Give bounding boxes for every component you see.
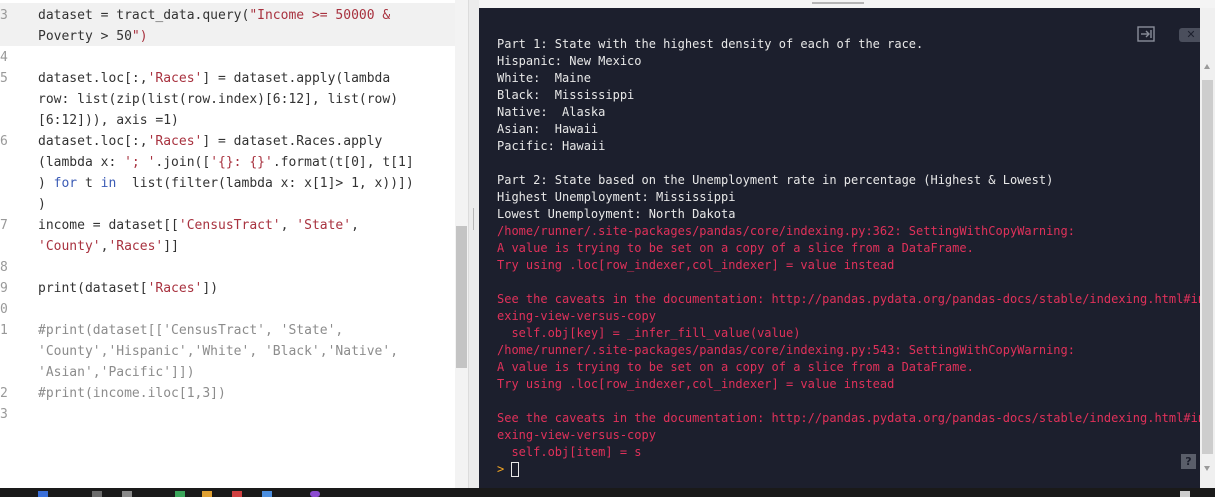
console-error-line: /home/runner/.site-packages/pandas/core/… [497, 343, 1075, 357]
console-error-line: self.obj[item] = s [497, 445, 642, 459]
console-scrollbar-thumb[interactable] [1202, 80, 1213, 454]
line-number: 0 [0, 302, 8, 317]
line-number: 4 [0, 50, 8, 65]
folder-icon[interactable] [202, 491, 212, 497]
code-line[interactable]: [6:12])), axis =1) [38, 110, 179, 131]
console-error-line: exing-view-versus-copy [497, 428, 656, 442]
code-line[interactable]: Poverty > 50") [38, 26, 148, 47]
code-line[interactable]: 'County','Races']] [38, 236, 179, 257]
scroll-down-icon[interactable] [1204, 466, 1210, 471]
code-line[interactable]: ) [38, 194, 46, 215]
console-prompt: > [497, 462, 505, 476]
console-error-line: exing-view-versus-copy [497, 309, 656, 323]
app-icon[interactable] [310, 491, 320, 497]
line-number: 5 [0, 71, 8, 86]
console-cursor[interactable] [511, 462, 519, 477]
line-number: 7 [0, 218, 8, 233]
console-error-line: A value is trying to be set on a copy of… [497, 241, 974, 255]
line-number: 3 [0, 8, 8, 23]
taskview-icon[interactable] [122, 491, 132, 497]
search-icon[interactable] [92, 491, 102, 497]
code-line[interactable]: dataset.loc[:,'Races'] = dataset.apply(l… [38, 68, 390, 89]
console-output-line: Black: Mississippi [497, 88, 635, 102]
help-button[interactable]: ? [1181, 454, 1196, 469]
embed-icon[interactable] [1137, 26, 1155, 42]
code-line[interactable]: #print(income.iloc[1,3]) [38, 383, 226, 404]
line-number: 6 [0, 134, 8, 149]
console-error-line: A value is trying to be set on a copy of… [497, 360, 974, 374]
code-line[interactable]: print(dataset['Races']) [38, 278, 218, 299]
code-line[interactable]: dataset = tract_data.query("Income >= 50… [38, 5, 390, 26]
resize-handle[interactable] [812, 2, 864, 4]
app-icon[interactable] [175, 491, 185, 497]
console-error-line: self.obj[key] = _infer_fill_value(value) [497, 326, 801, 340]
console-output-line: Part 1: State with the highest density o… [497, 37, 924, 51]
line-number: 3 [0, 407, 8, 422]
console-error-line: Try using .loc[row_indexer,col_indexer] … [497, 258, 895, 272]
console-output-line: Part 2: State based on the Unemployment … [497, 173, 1054, 187]
line-number: 9 [0, 281, 8, 296]
console-error-line: /home/runner/.site-packages/pandas/core/… [497, 224, 1075, 238]
pane-divider[interactable] [468, 0, 479, 488]
editor-scrollbar-thumb[interactable] [456, 226, 467, 368]
console-error-line: See the caveats in the documentation: ht… [497, 292, 1213, 306]
console-output-line: Highest Unemployment: Mississippi [497, 190, 736, 204]
console-error-line: Try using .loc[row_indexer,col_indexer] … [497, 377, 895, 391]
browser-icon[interactable] [262, 491, 272, 497]
console-output-line: Lowest Unemployment: North Dakota [497, 207, 736, 221]
code-line[interactable]: dataset.loc[:,'Races'] = dataset.Races.a… [38, 131, 382, 152]
line-number: 8 [0, 260, 8, 275]
console-output-line: Pacific: Hawaii [497, 139, 606, 153]
code-line[interactable]: #print(dataset[['CensusTract', 'State', [38, 320, 343, 341]
console-output-line: White: Maine [497, 71, 591, 85]
app-icon[interactable] [232, 491, 242, 497]
notification-icon[interactable] [1180, 491, 1190, 497]
code-line[interactable]: income = dataset[['CensusTract', 'State'… [38, 215, 359, 236]
console-output-line: Asian: Hawaii [497, 122, 599, 136]
console-panel[interactable]: Part 1: State with the highest density o… [479, 8, 1215, 488]
console-output-line: Hispanic: New Mexico [497, 54, 642, 68]
line-number: 1 [0, 323, 8, 338]
code-line[interactable]: row: list(zip(list(row.index)[6:12], lis… [38, 89, 398, 110]
line-number: 2 [0, 386, 8, 401]
console-error-line: See the caveats in the documentation: ht… [497, 411, 1213, 425]
scroll-up-icon[interactable] [1204, 64, 1210, 69]
start-icon[interactable] [38, 491, 48, 497]
code-line[interactable]: (lambda x: '; '.join(['{}: {}'.format(t[… [38, 152, 414, 173]
code-editor[interactable]: 3 4 5 6 7 8 9 0 1 2 3 dataset = tract_da… [0, 0, 468, 488]
divider-grip[interactable] [473, 208, 474, 230]
code-line[interactable]: ) for t in list(filter(lambda x: x[1]> 1… [38, 173, 414, 194]
code-line[interactable]: 'County','Hispanic','White', 'Black','Na… [38, 341, 398, 362]
code-line[interactable]: 'Asian','Pacific']]) [38, 362, 195, 383]
console-output-line: Native: Alaska [497, 105, 606, 119]
